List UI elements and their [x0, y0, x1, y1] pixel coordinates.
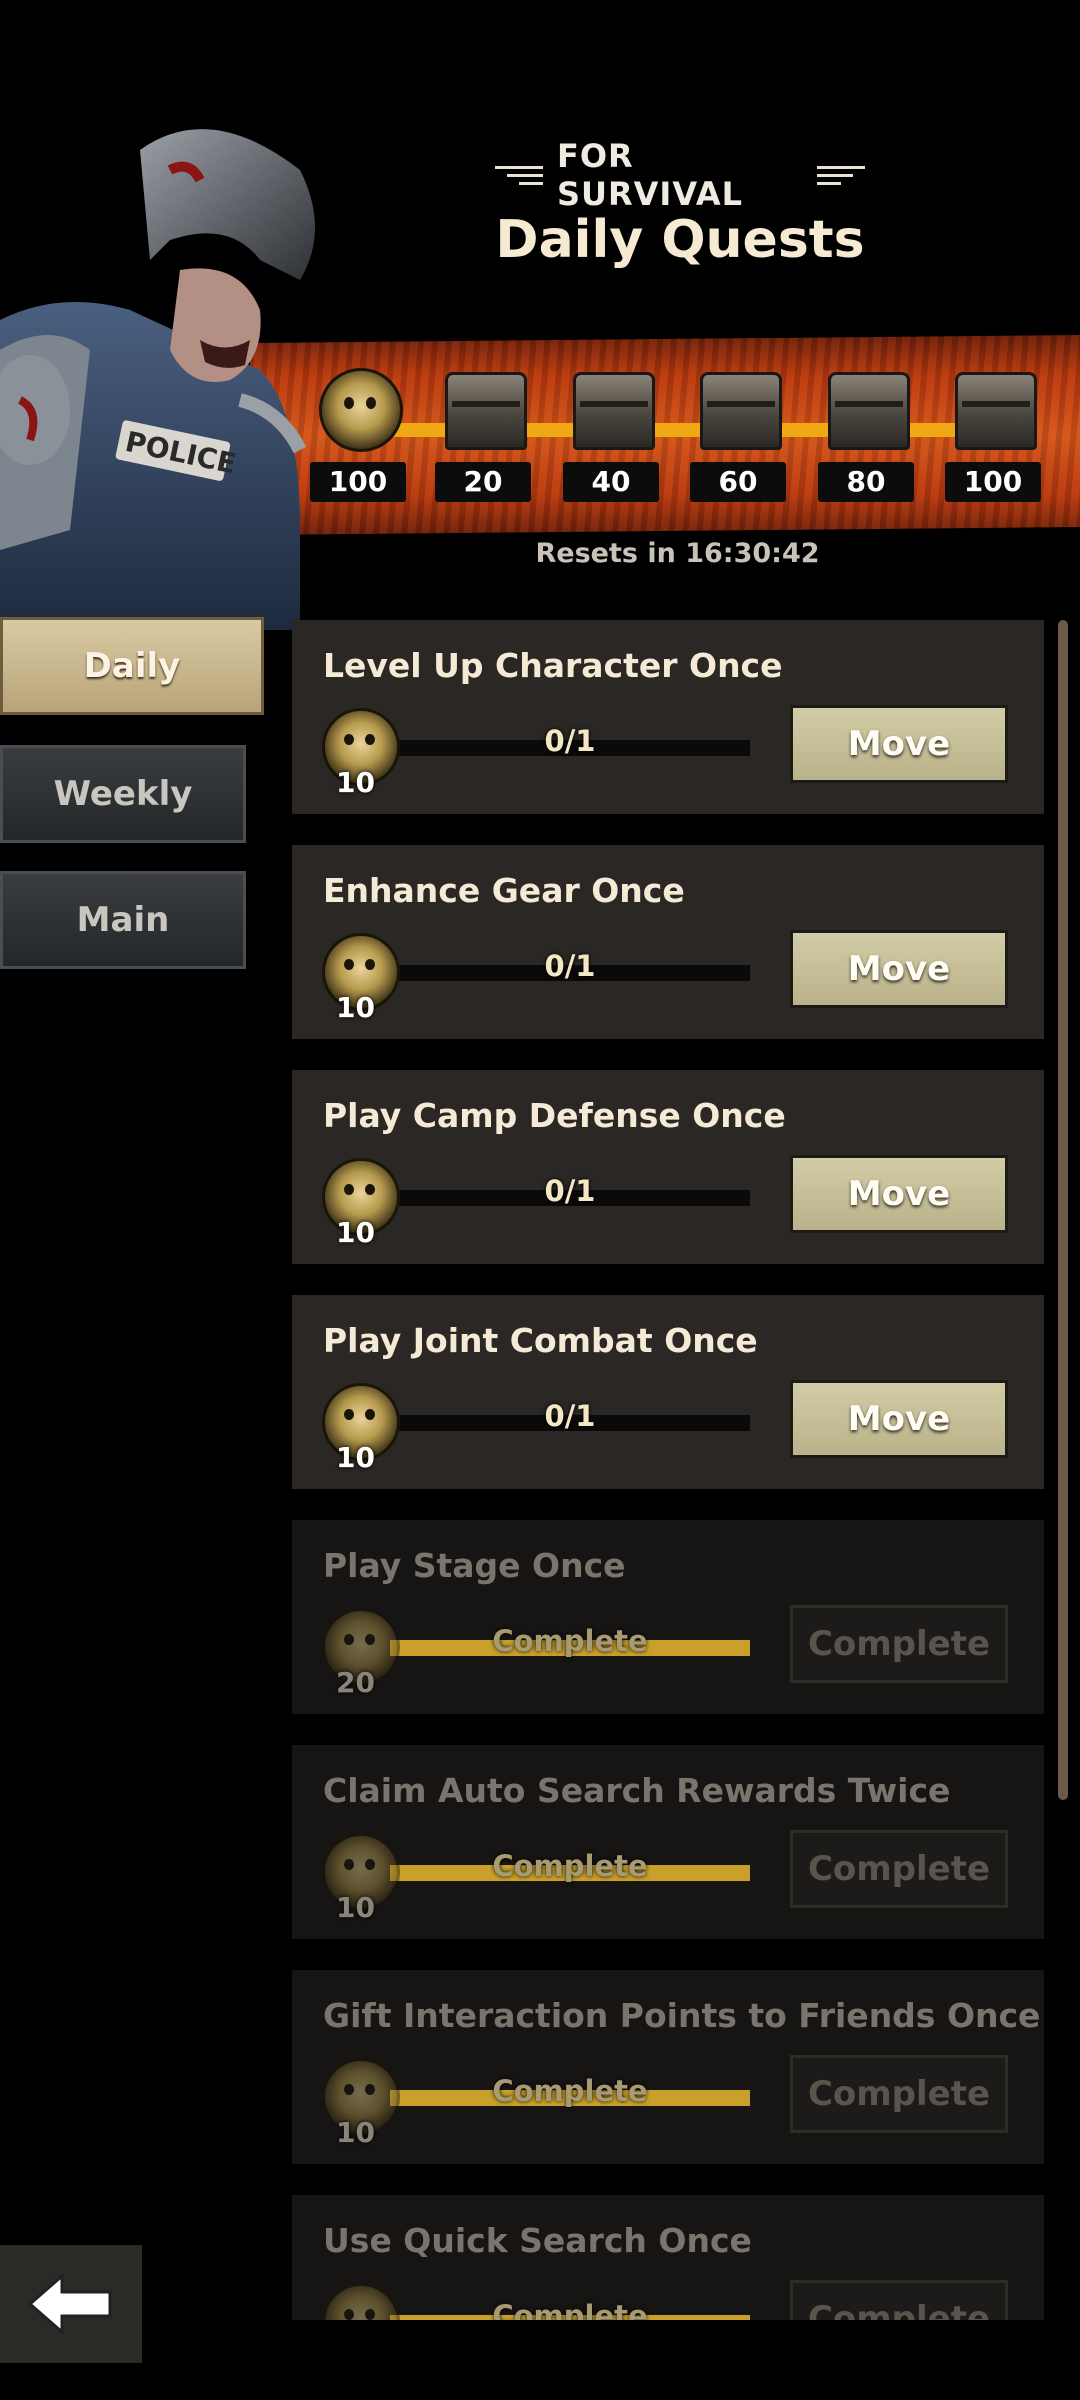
quest-card: Claim Auto Search Rewards Twice 10 Complet… — [292, 1745, 1044, 1939]
quest-list[interactable]: Level Up Character Once 10 0/1 Move Enhance … — [292, 620, 1044, 2320]
chest-icon — [700, 372, 782, 450]
quest-title: Use Quick Search Once — [323, 2221, 752, 2260]
reward-points-label: 100 — [945, 462, 1041, 502]
zombie-police-character-art: POLICE — [0, 129, 315, 630]
move-button[interactable]: Move — [790, 705, 1008, 783]
tab-main[interactable]: Main — [0, 871, 246, 969]
quest-card: Play Camp Defense Once 10 0/1 Move — [292, 1070, 1044, 1264]
quest-title: Enhance Gear Once — [323, 871, 685, 910]
decor-lines-right — [817, 164, 866, 186]
chest-icon — [955, 372, 1037, 450]
quest-title: Play Joint Combat Once — [323, 1321, 758, 1360]
quest-card: Enhance Gear Once 10 0/1 Move — [292, 845, 1044, 1039]
complete-button: Complete — [790, 2055, 1008, 2133]
move-button[interactable]: Move — [790, 930, 1008, 1008]
complete-button: Complete — [790, 1830, 1008, 1908]
reward-chest-4[interactable]: 80 — [818, 372, 914, 502]
scrollbar[interactable] — [1058, 620, 1068, 1800]
quest-title: Level Up Character Once — [323, 646, 783, 685]
quest-reward-points: 10 — [336, 991, 375, 1024]
quest-card: Play Joint Combat Once 10 0/1 Move — [292, 1295, 1044, 1489]
quest-progress-text: 0/1 — [544, 724, 596, 758]
quest-progress-text: 0/1 — [544, 949, 596, 983]
reward-chest-5[interactable]: 100 — [945, 372, 1041, 502]
reward-points-label: 60 — [690, 462, 786, 502]
chest-icon — [573, 372, 655, 450]
reward-points-label: 20 — [435, 462, 531, 502]
quest-card: Use Quick Search Once10CompleteComplete — [292, 2195, 1044, 2320]
complete-button: Complete — [790, 1605, 1008, 1683]
back-button[interactable] — [0, 2245, 142, 2363]
move-button[interactable]: Move — [790, 1380, 1008, 1458]
page-subtitle: FOR SURVIVAL — [556, 137, 744, 213]
quest-reward-points: 10 — [336, 1891, 375, 1924]
decor-lines-left — [494, 164, 543, 186]
skull-medal-icon — [322, 2283, 400, 2320]
quest-card: Gift Interaction Points to Friends Once 1… — [292, 1970, 1044, 2164]
quest-title: Claim Auto Search Rewards Twice — [323, 1771, 951, 1810]
reset-timer: Resets in 16:30:42 — [535, 538, 820, 569]
complete-button: Complete — [790, 2280, 1008, 2320]
quest-progress-text: Complete — [492, 2074, 648, 2108]
quest-progress-text: Complete — [492, 1849, 648, 1883]
quest-progress-text: 0/1 — [544, 1174, 596, 1208]
quest-reward-points: 10 — [336, 766, 375, 799]
quest-progress-text: Complete — [492, 1624, 648, 1658]
quest-progress-text: Complete — [492, 2299, 648, 2320]
reward-points-label: 40 — [563, 462, 659, 502]
quest-card: Play Stage Once 20 Complete Complete — [292, 1520, 1044, 1714]
chest-icon — [828, 372, 910, 450]
quest-reward-points: 20 — [336, 1666, 375, 1699]
tab-daily[interactable]: Daily — [0, 617, 264, 715]
quest-progress-text: 0/1 — [544, 1399, 596, 1433]
quest-reward-points: 10 — [336, 2116, 375, 2149]
reward-chest-3[interactable]: 60 — [690, 372, 786, 502]
skull-medal-icon — [319, 368, 403, 452]
quest-reward-points: 10 — [336, 1441, 375, 1474]
quest-title: Play Stage Once — [323, 1546, 626, 1585]
reward-chest-1[interactable]: 20 — [435, 372, 531, 502]
quest-reward-points: 10 — [336, 1216, 375, 1249]
quest-title: Play Camp Defense Once — [323, 1096, 786, 1135]
reward-points-label: 80 — [818, 462, 914, 502]
quest-card: Level Up Character Once 10 0/1 Move — [292, 620, 1044, 814]
quest-title: Gift Interaction Points to Friends Once — [323, 1996, 1041, 2035]
tab-weekly[interactable]: Weekly — [0, 745, 246, 843]
page-title: Daily Quests — [495, 210, 865, 270]
chest-icon — [445, 372, 527, 450]
reward-chest-2[interactable]: 40 — [563, 372, 659, 502]
move-button[interactable]: Move — [790, 1155, 1008, 1233]
back-arrow-icon — [27, 2272, 112, 2336]
subtitle-row: FOR SURVIVAL — [494, 137, 866, 213]
